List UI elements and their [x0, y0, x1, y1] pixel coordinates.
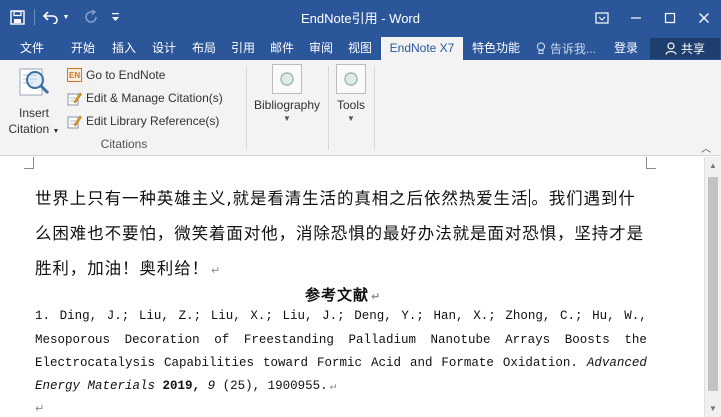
edit-library-references-label: Edit Library Reference(s) [86, 114, 220, 128]
journal-name: Energy Materials [35, 379, 156, 393]
tools-icon [336, 64, 366, 94]
ribbon-panel: Insert Citation ▼ EN Go to EndNote Edit … [0, 60, 721, 156]
bibliography-button[interactable]: Bibliography ▼ [251, 64, 323, 123]
close-button[interactable] [687, 0, 721, 36]
volume: 9 [207, 379, 216, 393]
bibliography-label: Bibliography [253, 98, 321, 112]
collapse-ribbon-button[interactable]: ︿ [701, 140, 711, 155]
body-line-2: 么困难也不要怕，微笑着面对他，消除恐惧的最好办法就是面对恐惧，坚持才是 [35, 224, 644, 243]
ribbon-group-separator [374, 66, 375, 150]
tab-home[interactable]: 开始 [62, 36, 104, 60]
reference-line-1: 1. Ding, J.; Liu, Z.; Liu, X.; Liu, J.; Deng, Y.; H… [35, 309, 647, 323]
close-icon [699, 13, 709, 23]
person-icon [665, 42, 677, 55]
tab-insert[interactable]: 插入 [104, 36, 144, 60]
endnote-icon: EN [67, 68, 82, 82]
tab-design[interactable]: 设计 [144, 36, 184, 60]
chevron-down-icon: ▼ [283, 114, 291, 123]
edit-manage-citations-label: Edit & Manage Citation(s) [86, 91, 223, 105]
quick-access-toolbar: ▼ [6, 6, 123, 28]
body-line-1: 世界上只有一种英雄主义,就是看清生活的真相之后依然热爱生活 。我们遇到什 [35, 189, 636, 208]
citations-group-label: Citations [100, 137, 148, 151]
go-to-endnote-label: Go to EndNote [86, 68, 166, 82]
reference-line-2: Mesoporous Decoration of Freestanding Pallad… [35, 333, 647, 347]
tell-me-text: 告诉我... [550, 41, 597, 56]
insert-citation-label-2: Citation ▼ [8, 122, 60, 136]
svg-text:EN: EN [69, 71, 80, 80]
edit-citation-icon [67, 92, 82, 105]
qat-separator [34, 9, 35, 25]
tab-layout[interactable]: 布局 [184, 36, 224, 60]
reference-line-4: Energy Materials 2019, 9 (25), 1900955. ↵ [35, 379, 337, 393]
chevron-up-icon: ︿ [701, 144, 711, 155]
customize-icon [111, 13, 119, 21]
maximize-button[interactable] [653, 0, 687, 36]
minimize-button[interactable] [619, 0, 653, 36]
insert-citation-button[interactable]: Insert Citation ▼ [6, 66, 62, 136]
tab-review[interactable]: 审阅 [302, 36, 340, 60]
chevron-down-icon: ▼ [709, 403, 717, 413]
chevron-down-icon: ▼ [52, 128, 60, 135]
chevron-down-icon: ▼ [62, 13, 70, 21]
go-to-endnote-button[interactable]: EN Go to EndNote [67, 66, 165, 84]
paragraph-mark: ↵ [371, 290, 381, 303]
ribbon-group-separator [328, 66, 329, 150]
ribbon-display-icon [595, 12, 609, 24]
vertical-scrollbar[interactable]: ▲ ▼ [704, 157, 721, 417]
lightbulb-icon [536, 41, 546, 54]
document-area[interactable]: 世界上只有一种英雄主义,就是看清生活的真相之后依然热爱生活 。我们遇到什 么困难也… [0, 157, 721, 417]
redo-button[interactable] [79, 6, 103, 28]
publication-year: 2019, [162, 379, 201, 393]
tab-view[interactable]: 视图 [340, 36, 380, 60]
reference-line-3: Electrocatalysis Capabilities toward Formic… [35, 356, 647, 370]
edit-manage-citations-button[interactable]: Edit & Manage Citation(s) [67, 89, 223, 107]
undo-dropdown[interactable]: ▼ [61, 6, 71, 28]
scroll-up-button[interactable]: ▲ [705, 157, 721, 173]
tab-references[interactable]: 引用 [224, 36, 262, 60]
chevron-down-icon: ▼ [347, 114, 355, 123]
tools-button[interactable]: Tools ▼ [333, 64, 369, 123]
scroll-down-button[interactable]: ▼ [705, 400, 721, 416]
customize-qat-button[interactable] [107, 6, 123, 28]
tab-mailings[interactable]: 邮件 [262, 36, 302, 60]
paragraph-mark: ↵ [329, 381, 337, 393]
save-button[interactable] [6, 6, 28, 28]
minimize-icon [631, 17, 641, 19]
insert-citation-label-1: Insert [18, 106, 49, 120]
ribbon-display-options-button[interactable] [585, 0, 619, 36]
window-controls [585, 0, 721, 36]
tab-featured[interactable]: 特色功能 [466, 36, 526, 60]
redo-icon [85, 10, 97, 23]
chevron-up-icon: ▲ [709, 160, 717, 170]
maximize-icon [664, 12, 676, 24]
sign-in-link[interactable]: 登录 [614, 36, 638, 60]
tools-label: Tools [336, 98, 365, 112]
share-button[interactable]: 共享 [650, 38, 720, 59]
page-corner-mark-left [24, 157, 34, 169]
paragraph-mark: ↵ [35, 403, 45, 415]
edit-library-references-button[interactable]: Edit Library Reference(s) [67, 112, 219, 130]
tab-endnote-x7[interactable]: EndNote X7 [381, 37, 463, 60]
edit-reference-icon [67, 115, 82, 128]
title-bar: ▼ EndNote引用 - Word [0, 0, 721, 36]
save-icon [9, 9, 25, 25]
page-corner-mark-right [646, 157, 656, 169]
bibliography-icon [272, 64, 302, 94]
body-line-3: 胜利，加油！奥利给！ ↵ [35, 259, 221, 278]
tab-file[interactable]: 文件 [10, 36, 54, 60]
undo-button[interactable] [41, 6, 61, 28]
ribbon-tab-bar: 文件 开始 插入 设计 布局 引用 邮件 审阅 视图 EndNote X7 特色… [0, 36, 721, 60]
share-label: 共享 [680, 42, 705, 56]
ribbon-group-separator [246, 66, 247, 150]
tell-me-box[interactable]: 告诉我... [536, 36, 596, 60]
scrollbar-thumb[interactable] [708, 177, 718, 391]
insert-citation-icon [19, 68, 50, 96]
paragraph-mark: ↵ [211, 264, 221, 277]
undo-icon [43, 11, 58, 24]
references-heading: 参考文献 ↵ [305, 286, 381, 304]
